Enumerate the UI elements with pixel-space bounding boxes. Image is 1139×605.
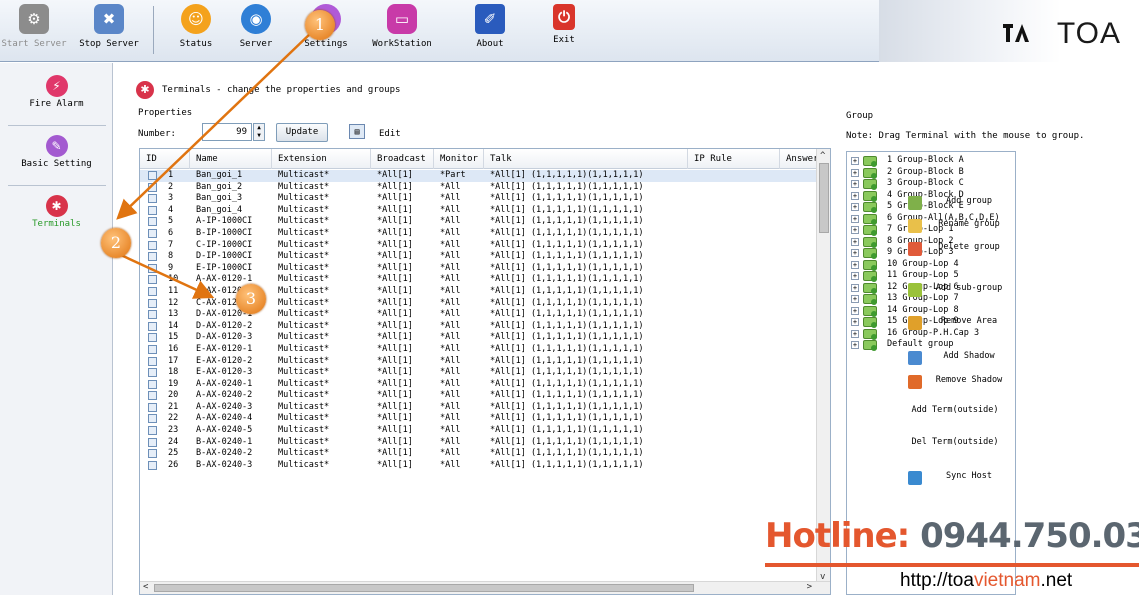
annotation-arrows: [109, 31, 313, 299]
annotation-marker-2: 2: [101, 228, 131, 258]
hotline-underline: [765, 563, 1139, 567]
website-watermark: http://toavietnam.net: [900, 570, 1072, 592]
annotation-marker-3: 3: [236, 284, 266, 314]
website-start: http://toa: [900, 570, 974, 591]
hotline-prefix: Hotline:: [765, 516, 921, 556]
website-end: .net: [1040, 570, 1073, 591]
annotation-arrow-1: [116, 31, 313, 220]
annotation-marker-1: 1: [305, 10, 335, 40]
website-mid: vietnam: [973, 570, 1041, 591]
hotline-number: 0944.750.037: [920, 516, 1139, 556]
hotline-watermark: Hotline: 0944.750.037: [765, 516, 1139, 556]
annotation-arrow-2: [109, 248, 215, 299]
